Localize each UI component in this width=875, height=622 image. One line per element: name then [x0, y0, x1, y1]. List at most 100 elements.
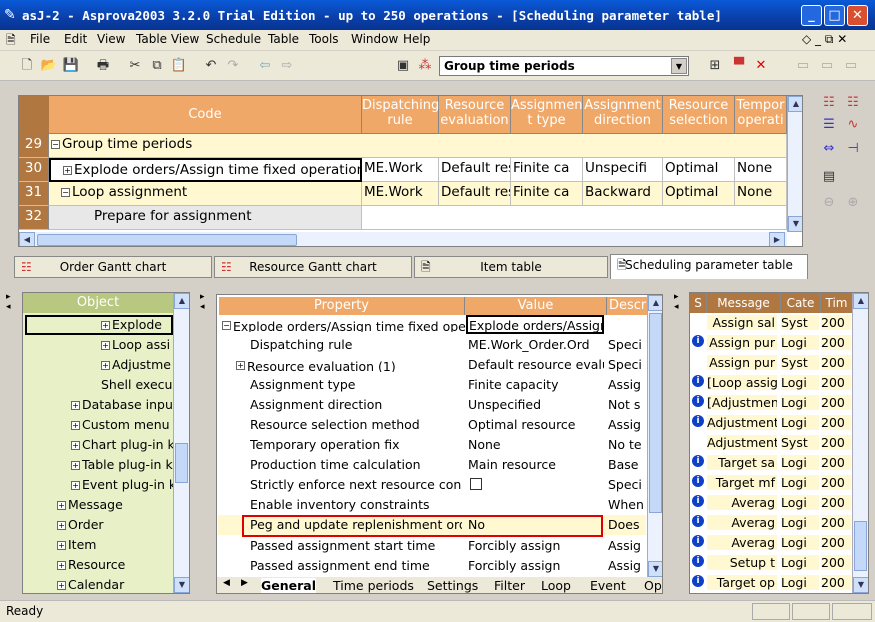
collapse-icon[interactable]: −	[222, 321, 231, 330]
expand-icon[interactable]: +	[57, 501, 66, 510]
message-row[interactable]: i Target mf Logi 200	[689, 473, 851, 493]
tree-item[interactable]: + Adjustme	[101, 357, 171, 372]
cell-resource-eval[interactable]: Default res	[439, 158, 511, 182]
message-row[interactable]: Assign sal Syst 200	[689, 313, 851, 333]
col-header-assignment-type[interactable]: Assignmen t type	[511, 96, 583, 134]
tab-scroll-left-icon[interactable]: ◀	[223, 578, 230, 588]
scroll-down-icon[interactable]: ▼	[853, 577, 868, 593]
gantt2-icon[interactable]: ☷	[844, 94, 862, 112]
tree-item[interactable]: + Chart plug-in k	[71, 437, 175, 452]
tree-item[interactable]: + Table plug-in k	[71, 457, 173, 472]
col-header-description[interactable]: Descr	[607, 297, 647, 315]
new-icon[interactable]: 🗋	[18, 57, 36, 75]
scroll-down-icon[interactable]: ▼	[788, 216, 802, 232]
back-icon[interactable]: ⇦	[256, 57, 274, 75]
tab-scheduling-parameter[interactable]: 🗎 Scheduling parameter table	[610, 254, 808, 279]
message-row[interactable]: i Setup t Logi 200	[689, 553, 851, 573]
vertical-scrollbar[interactable]: ▲ ▼	[173, 293, 189, 593]
property-value[interactable]: Default resource evalua	[468, 357, 604, 372]
property-row[interactable]: Assignment direction Unspecified Not s	[218, 395, 646, 415]
property-value[interactable]: Forcibly assign	[468, 558, 604, 573]
cell-assignment-direction[interactable]: Backward	[583, 182, 663, 206]
tree-item[interactable]: + Event plug-in k	[71, 477, 176, 492]
empty-cells[interactable]	[362, 206, 787, 230]
expand-icon[interactable]: +	[57, 521, 66, 530]
group-tree-icon[interactable]: ⁂	[416, 57, 434, 75]
cell-resource-selection[interactable]: Optimal	[663, 182, 735, 206]
pane-arrows-icon[interactable]: ▸ ◂	[6, 292, 22, 312]
cut-icon[interactable]: ✂	[126, 57, 144, 75]
tree-item[interactable]: + Message	[57, 497, 123, 512]
strict-enforce-checkbox[interactable]	[470, 478, 482, 490]
tab-general[interactable]: General	[261, 578, 316, 593]
tab-order-gantt[interactable]: ☷ Order Gantt chart	[14, 256, 212, 278]
vertical-scrollbar[interactable]: ▲ ▼	[647, 295, 662, 577]
scroll-up-icon[interactable]: ▲	[853, 293, 868, 309]
message-row[interactable]: i Averag Logi 200	[689, 533, 851, 553]
message-row[interactable]: i Averag Logi 200	[689, 513, 851, 533]
expand-icon[interactable]: +	[101, 361, 110, 370]
col-header-code[interactable]: Code	[49, 96, 362, 134]
menu-table-view[interactable]: Table View	[136, 32, 199, 46]
open-icon[interactable]: 📂	[40, 57, 58, 75]
table-row-selected[interactable]: + Explode orders/Assign time fixed operat…	[49, 158, 362, 182]
tab-event[interactable]: Event	[590, 578, 626, 593]
menu-window[interactable]: Window	[351, 32, 398, 46]
forward-icon[interactable]: ⇨	[278, 57, 296, 75]
col-header-category[interactable]: Cate	[780, 293, 820, 313]
expand-icon[interactable]: +	[71, 461, 80, 470]
tree-item[interactable]: + Database inpu	[71, 397, 173, 412]
minimize-button[interactable]: _	[801, 5, 822, 26]
menu-schedule[interactable]: Schedule	[206, 32, 261, 46]
layout1-icon[interactable]: ▭	[794, 57, 812, 75]
message-row[interactable]: i [Loop assig Logi 200	[689, 373, 851, 393]
maximize-button[interactable]: □	[824, 5, 845, 26]
menu-help[interactable]: Help	[403, 32, 430, 46]
cell-resource-eval[interactable]: Default res	[439, 182, 511, 206]
tree-item-explode[interactable]: + Explode	[25, 315, 173, 335]
property-row[interactable]: Passed assignment start time Forcibly ass…	[218, 536, 646, 556]
tab-filter[interactable]: Filter	[494, 578, 525, 593]
col-header-dispatching[interactable]: Dispatching rule	[362, 96, 439, 134]
scroll-thumb[interactable]	[175, 443, 188, 483]
cell-temporary[interactable]: None	[735, 158, 787, 182]
scroll-up-icon[interactable]: ▲	[648, 295, 662, 311]
message-row[interactable]: i Target op Logi 200	[689, 573, 851, 593]
save-icon[interactable]: 💾	[62, 57, 80, 75]
pane-arrows-icon[interactable]: ▸ ◂	[674, 292, 690, 312]
object-header[interactable]: Object	[23, 293, 173, 313]
link-icon[interactable]: ⊞	[706, 57, 724, 75]
message-row[interactable]: i Averag Logi 200	[689, 493, 851, 513]
property-value[interactable]: Forcibly assign	[468, 538, 604, 553]
tree-item[interactable]: + Resource	[57, 557, 125, 572]
tab-time-periods[interactable]: Time periods	[333, 578, 414, 593]
property-value[interactable]: Main resource	[468, 457, 604, 472]
property-row[interactable]: − Explode orders/Assign time fixed opera …	[218, 315, 646, 335]
message-row[interactable]: i Assign pur Logi 200	[689, 333, 851, 353]
row-number[interactable]: 31	[19, 182, 49, 206]
align-icon[interactable]: ⊣	[844, 140, 862, 158]
print-icon[interactable]: 🖶	[94, 57, 112, 75]
copy-icon[interactable]: ⧉	[148, 57, 166, 75]
row-number[interactable]: 29	[19, 134, 49, 158]
collapse-icon[interactable]: −	[51, 139, 60, 149]
tab-loop[interactable]: Loop	[541, 578, 571, 593]
cell-dispatching[interactable]: ME.Work	[362, 158, 439, 182]
scroll-down-icon[interactable]: ▼	[174, 577, 189, 593]
table-row[interactable]: Prepare for assignment	[49, 206, 362, 230]
scroll-thumb[interactable]	[854, 521, 867, 571]
chart-icon[interactable]: ∿	[844, 116, 862, 134]
property-row[interactable]: Strictly enforce next resource constr Spe…	[218, 475, 646, 495]
layout2-icon[interactable]: ▭	[818, 57, 836, 75]
cell-assignment-type[interactable]: Finite ca	[511, 158, 583, 182]
expand-icon[interactable]: +	[71, 401, 80, 410]
chevron-down-icon[interactable]: ▼	[671, 58, 687, 74]
property-value[interactable]: ME.Work_Order.Ord	[468, 337, 604, 352]
tree-item[interactable]: + Custom menu	[71, 417, 170, 432]
tree-item[interactable]: + Order	[57, 517, 104, 532]
tab-item-table[interactable]: 🗎 Item table	[414, 256, 608, 278]
horizontal-scrollbar[interactable]: ◀ ▶	[19, 232, 787, 246]
message-row[interactable]: i [Adjustmen Logi 200	[689, 393, 851, 413]
table-row[interactable]: − Group time periods	[49, 134, 787, 158]
zoom-in-icon[interactable]: ⊕	[844, 194, 862, 212]
